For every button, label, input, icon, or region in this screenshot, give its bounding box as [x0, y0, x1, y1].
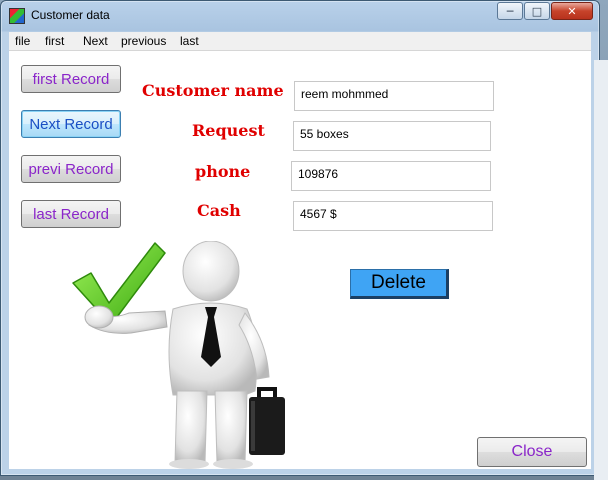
previous-record-button[interactable]: previ Record [21, 155, 121, 183]
menu-item-last[interactable]: last [180, 34, 199, 48]
minimize-icon[interactable]: ─ [497, 2, 523, 20]
window-title: Customer data [31, 8, 110, 22]
customer-name-field[interactable]: reem mohmmed [294, 81, 494, 111]
form-body: first Record Next Record previ Record la… [9, 51, 591, 469]
app-window: Customer data ─ □ ✕ file first Next prev… [0, 0, 600, 476]
delete-button[interactable]: Delete [350, 269, 449, 299]
customer-name-label: Customer name [142, 81, 284, 100]
menu-bar: file first Next previous last [9, 32, 591, 51]
request-field[interactable]: 55 boxes [293, 121, 491, 151]
app-icon [9, 8, 25, 24]
menu-item-next[interactable]: Next [83, 34, 108, 48]
request-label: Request [192, 121, 265, 140]
briefcase-icon [249, 387, 285, 455]
close-window-icon[interactable]: ✕ [551, 2, 593, 20]
close-button[interactable]: Close [477, 437, 587, 467]
maximize-icon[interactable]: □ [524, 2, 550, 20]
window-controls: ─ □ ✕ [496, 2, 593, 20]
background-window-edge [594, 60, 608, 480]
menu-item-first[interactable]: first [45, 34, 64, 48]
next-record-button[interactable]: Next Record [21, 110, 121, 138]
title-bar[interactable]: Customer data ─ □ ✕ [1, 1, 599, 31]
menu-item-previous[interactable]: previous [121, 34, 166, 48]
cash-label: Cash [197, 201, 241, 220]
cash-field[interactable]: 4567 $ [293, 201, 493, 231]
phone-field[interactable]: 109876 [291, 161, 491, 191]
menu-item-file[interactable]: file [15, 34, 30, 48]
phone-label: phone [195, 162, 251, 181]
first-record-button[interactable]: first Record [21, 65, 121, 93]
last-record-button[interactable]: last Record [21, 200, 121, 228]
businessman-checkmark-illustration [72, 241, 285, 469]
